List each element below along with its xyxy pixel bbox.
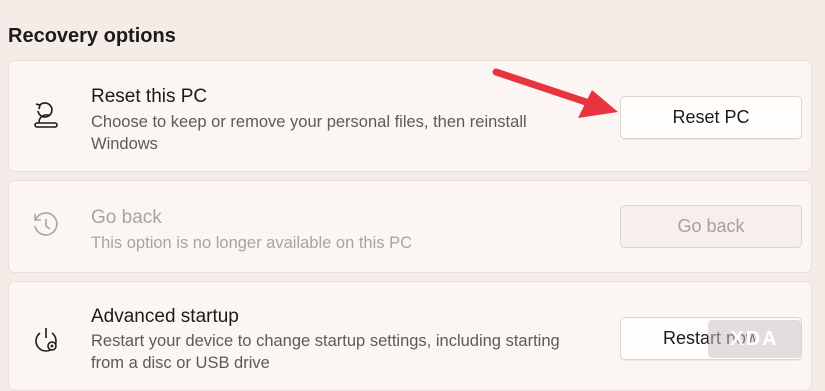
reset-pc-title: Reset this PC: [91, 86, 208, 107]
xda-watermark: XDA: [708, 320, 801, 358]
reset-pc-card: Reset this PC Choose to keep or remove y…: [8, 60, 812, 172]
watermark-text: XDA: [730, 327, 779, 350]
go-back-card: Go back This option is no longer availab…: [8, 180, 812, 273]
advanced-startup-title: Advanced startup: [91, 306, 239, 327]
red-arrow-annotation: [492, 68, 618, 118]
advanced-startup-card: Advanced startup Restart your device to …: [8, 281, 812, 391]
go-back-button[interactable]: Go back: [620, 205, 802, 248]
reset-pc-button[interactable]: Reset PC: [620, 96, 802, 139]
go-back-description: This option is no longer available on th…: [91, 234, 413, 252]
go-back-title: Go back: [91, 207, 162, 228]
power-settings-icon: [35, 328, 57, 352]
reset-pc-icon: [34, 102, 58, 128]
advanced-startup-description: Restart your device to change startup se…: [91, 332, 560, 372]
section-title: Recovery options: [8, 25, 176, 47]
history-icon: [34, 212, 58, 236]
